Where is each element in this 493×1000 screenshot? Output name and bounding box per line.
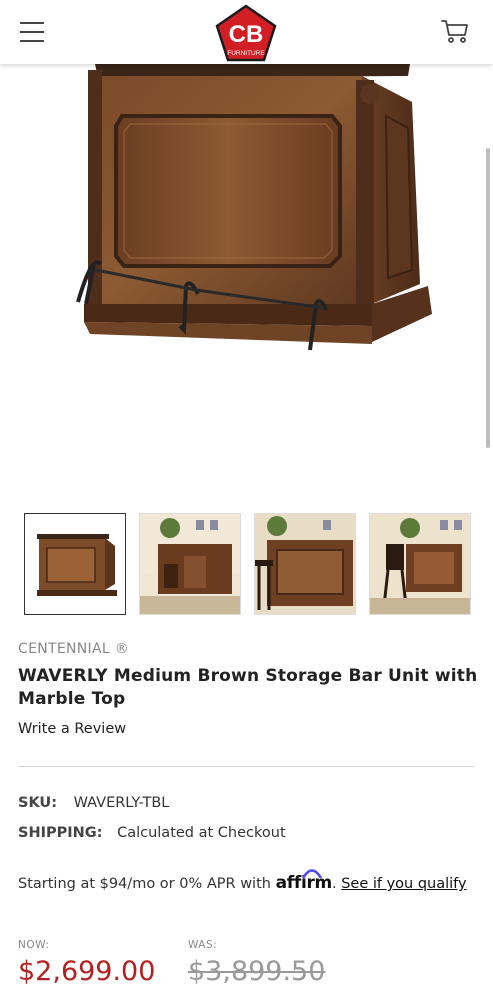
shipping-label: SHIPPING:: [18, 825, 103, 841]
cb-furniture-logo[interactable]: CB FURNITURE: [214, 4, 278, 62]
financing-message: Starting at $94/mo or 0% APR with affirm…: [18, 869, 467, 893]
product-main-image[interactable]: [0, 64, 493, 494]
sku-row: SKU: WAVERLY-TBL: [18, 795, 169, 811]
affirm-logo: affirm: [276, 869, 332, 893]
product-brand[interactable]: CENTENNIAL ®: [18, 641, 129, 657]
shopping-cart-icon[interactable]: [440, 16, 470, 46]
divider: [18, 766, 474, 767]
thumbnail-2[interactable]: [139, 513, 241, 615]
see-if-you-qualify-link[interactable]: See if you qualify: [341, 876, 466, 892]
thumbnail-3[interactable]: [254, 513, 356, 615]
thumbnail-4[interactable]: [369, 513, 471, 615]
financing-text: Starting at $94/mo or 0% APR with: [18, 876, 271, 892]
now-price-label: NOW:: [18, 939, 50, 951]
thumbnail-strip: [24, 513, 474, 617]
product-title: WAVERLY Medium Brown Storage Bar Unit wi…: [18, 666, 478, 709]
thumbnail-1[interactable]: [24, 513, 126, 615]
was-price-label: WAS:: [188, 939, 218, 951]
shipping-value: Calculated at Checkout: [117, 825, 286, 841]
image-scrollbar[interactable]: [486, 148, 490, 448]
original-price: $3,899.50: [188, 956, 326, 987]
site-header: CB FURNITURE: [0, 0, 493, 64]
hamburger-menu-icon[interactable]: [20, 22, 44, 42]
financing-period: .: [331, 876, 337, 892]
shipping-row: SHIPPING: Calculated at Checkout: [18, 825, 286, 841]
sku-label: SKU:: [18, 795, 57, 811]
sku-value: WAVERLY-TBL: [73, 795, 170, 811]
write-review-link[interactable]: Write a Review: [18, 721, 126, 737]
svg-text:FURNITURE: FURNITURE: [227, 50, 265, 57]
svg-text:CB: CB: [229, 21, 264, 48]
sale-price: $2,699.00: [18, 956, 156, 987]
